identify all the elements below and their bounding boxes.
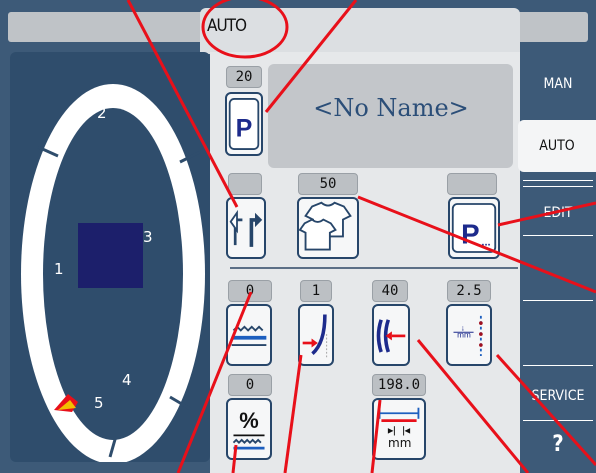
- title-tab: [200, 8, 520, 54]
- spacing-button[interactable]: ↓ mm: [446, 304, 492, 366]
- stacker-panel: [10, 52, 210, 464]
- tab-separator: [523, 186, 593, 187]
- svg-text:%: %: [239, 408, 258, 433]
- program-p-icon: P: [228, 98, 260, 150]
- param-4-value: 0: [228, 374, 272, 396]
- p-menu-value-box: [447, 173, 497, 195]
- stacker-diagram: [21, 84, 205, 464]
- direction-value-box: [228, 173, 262, 195]
- zone-label-4: 4: [122, 371, 132, 389]
- length-button[interactable]: [372, 398, 426, 460]
- program-number: 20: [226, 66, 262, 88]
- tab-service[interactable]: SERVICE: [520, 388, 596, 404]
- tab-man[interactable]: MAN: [520, 76, 596, 92]
- percent-stitch-icon: %: [232, 408, 265, 450]
- program-name: <No Name>: [313, 94, 469, 122]
- garment-button[interactable]: [297, 197, 359, 259]
- zone-label-1: 1: [54, 260, 64, 278]
- program-select-button[interactable]: P: [225, 92, 263, 156]
- tab-separator: [523, 235, 593, 236]
- param-5-value: 198.0: [372, 374, 426, 396]
- tab-edit[interactable]: EDIT: [520, 205, 596, 221]
- program-list-button[interactable]: P ...: [448, 197, 500, 259]
- percent-button[interactable]: %: [226, 398, 272, 460]
- tab-auto[interactable]: AUTO: [518, 120, 596, 172]
- tab-separator: [523, 365, 593, 366]
- length-unit: mm: [388, 436, 412, 450]
- curve-button[interactable]: [298, 304, 334, 366]
- divider: [230, 267, 518, 269]
- program-list-icon: P ...: [451, 203, 497, 253]
- svg-text:P: P: [461, 219, 479, 250]
- help-button[interactable]: ?: [520, 432, 596, 457]
- bracket-arrow-icon: [376, 319, 406, 353]
- zone-label-5: 5: [94, 394, 104, 412]
- mode-title: AUTO: [207, 16, 247, 36]
- param-1-value: 1: [300, 280, 332, 302]
- spacing-mm-icon: ↓ mm: [453, 315, 483, 356]
- turn-arrows-icon: [229, 209, 263, 247]
- hem-wave-button[interactable]: [226, 304, 272, 366]
- mode-tabs: [520, 52, 596, 473]
- tab-separator: [523, 300, 593, 301]
- gap-button[interactable]: [372, 304, 410, 366]
- curve-arrow-icon: [302, 314, 328, 358]
- tshirt-stack-icon: [299, 201, 352, 251]
- hem-wave-icon: [231, 325, 267, 346]
- tab-separator: [523, 180, 593, 181]
- svg-text:P: P: [236, 115, 253, 143]
- stacker-marker: [78, 223, 143, 288]
- direction-button[interactable]: [226, 197, 266, 259]
- svg-text:...: ...: [481, 237, 490, 249]
- tab-separator: [523, 420, 593, 421]
- zone-label-2: 2: [97, 104, 107, 122]
- param-3-value: 2.5: [447, 280, 491, 302]
- garment-count: 50: [298, 173, 358, 195]
- zone-label-3: 3: [143, 228, 153, 246]
- param-2-value: 40: [372, 280, 408, 302]
- param-0-value: 0: [228, 280, 272, 302]
